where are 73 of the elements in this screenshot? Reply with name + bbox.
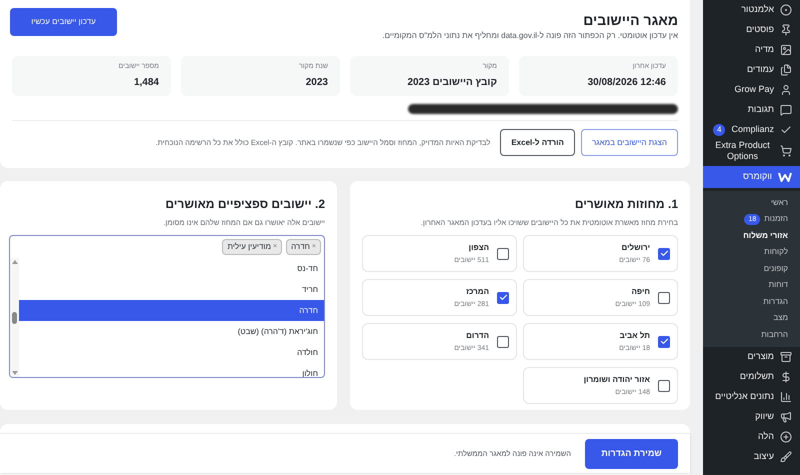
stat-value: 2023 (304, 76, 328, 90)
wave-logo-icon (778, 172, 792, 182)
checkbox[interactable] (658, 248, 670, 260)
sidebar-item[interactable]: עמודים (703, 60, 800, 80)
district-name: תל אביב (619, 330, 650, 342)
submenu-item[interactable]: הזמנות (764, 213, 788, 226)
submenu-item[interactable]: הגדרות (763, 296, 788, 308)
images-icon (780, 44, 792, 56)
user-icon (780, 84, 792, 96)
pin-icon (780, 24, 792, 36)
sidebar-item[interactable]: שיווק (703, 407, 800, 427)
checkbox[interactable] (497, 292, 509, 304)
settlement-option[interactable]: חדרה (19, 300, 324, 322)
district-name: אזור יהודה ושומרון (584, 374, 650, 386)
plus-icon (780, 431, 792, 443)
district-name: המרכז (465, 286, 489, 298)
sidebar-item[interactable]: מוצרים (703, 347, 800, 367)
count-badge: 4 (713, 124, 726, 136)
sidebar-item[interactable]: ווקומרס (703, 166, 800, 188)
checkbox[interactable] (658, 292, 670, 304)
submenu-item[interactable]: הרחבות (761, 328, 788, 341)
archive-icon (780, 351, 792, 363)
submenu-item[interactable]: אזורי משלוח (743, 230, 788, 242)
settlement-option[interactable]: חד-נס (19, 258, 324, 280)
district-name: הדרום (465, 330, 489, 342)
submenu-item[interactable]: מצב (773, 312, 788, 324)
megaphone-icon (780, 411, 792, 423)
brush-icon (780, 451, 792, 463)
checkbox[interactable] (658, 336, 670, 348)
section-description: אין עדכון אוטומטי. רק הכפתור הזה פונה ל-data.gov.il ומחליף את נתוני הלמ"ס המקומיים. (382, 32, 678, 40)
pages-icon (780, 64, 792, 76)
bar-chart-icon (780, 391, 792, 403)
dollar-icon (780, 371, 792, 383)
settlement-option[interactable]: חוג'יראת (ד'הרה) (שבט) (19, 321, 324, 342)
sidebar-item[interactable]: תגובות (703, 100, 800, 120)
submenu-item[interactable]: לקוחות (764, 246, 788, 258)
check-icon (780, 124, 792, 136)
show-settlements-button[interactable]: הצגת היישובים במאגר (580, 129, 678, 156)
sidebar-item[interactable]: אלמנטור (703, 0, 800, 20)
sidebar-item[interactable]: Grow Pay (703, 80, 800, 100)
sidebar-item[interactable]: Extra Product Options (703, 140, 800, 162)
settlement-option[interactable]: חולדה (19, 342, 324, 364)
sidebar-item[interactable]: מדיה (703, 40, 800, 60)
district-name: חיפה (630, 286, 650, 298)
sidebar-item[interactable]: הלה (703, 427, 800, 447)
save-settings-button[interactable]: שמירת הגדרות (585, 438, 678, 468)
sidebar-item[interactable]: פוסטים (703, 20, 800, 40)
stat-value: 12:46 30/08/2026 (586, 76, 666, 90)
submenu-item[interactable]: ראשי (770, 196, 788, 209)
circle-logo-icon (780, 4, 792, 16)
stat-value: 1,484 (132, 76, 159, 90)
checkbox[interactable] (497, 248, 509, 260)
settlement-option[interactable]: חולון (19, 363, 324, 378)
checkbox[interactable] (497, 336, 509, 348)
sidebar-item[interactable]: נתונים אנליטיים (703, 387, 800, 407)
section-title: 1. מחוזות מאושרים (574, 196, 678, 213)
update-button[interactable]: עדכון יישובים עכשיו (10, 8, 117, 36)
comment-icon (780, 104, 792, 116)
stat-value: קובץ היישובים 2023 (406, 76, 497, 90)
excel-download-button[interactable]: הורדה ל-Excel (500, 129, 575, 156)
section-title: מאגר היישובים (582, 13, 678, 27)
sidebar-item[interactable]: תשלומים (703, 367, 800, 387)
submenu-item[interactable]: קופונים (764, 262, 788, 275)
section-title: 2. יישובים ספציפיים מאושרים (164, 196, 325, 213)
district-name: ירושלים (620, 242, 650, 254)
scrollbar[interactable] (10, 258, 19, 378)
district-name: הצפון (468, 242, 489, 254)
sidebar-item[interactable]: עיצוב (703, 447, 800, 467)
settlement-option[interactable]: חריד (19, 279, 324, 300)
checkbox[interactable] (658, 380, 670, 392)
submenu-item[interactable]: דוחות (768, 279, 788, 292)
cart-icon (780, 145, 792, 158)
sidebar-item[interactable]: Complianz (731, 120, 800, 140)
